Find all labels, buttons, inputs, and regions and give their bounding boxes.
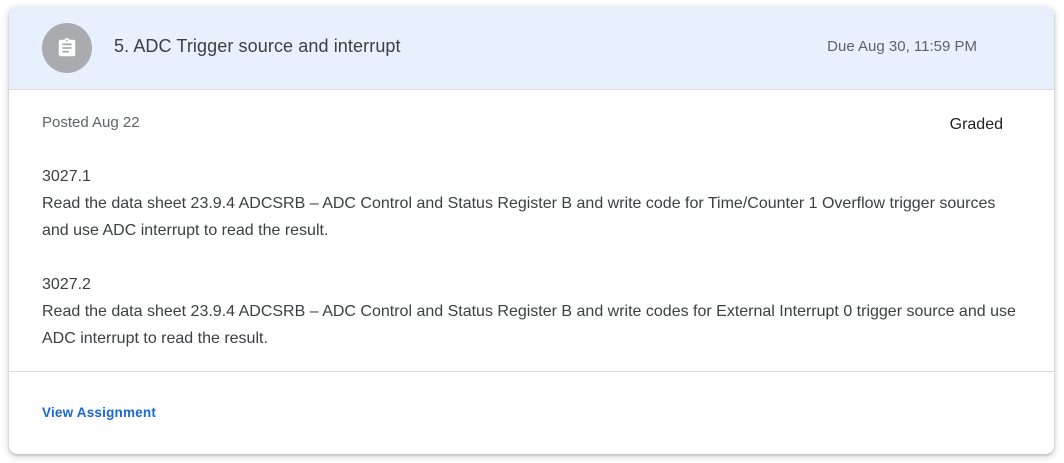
assignment-header[interactable]: 5. ADC Trigger source and interrupt Due … [9,7,1054,90]
description-item-id: 3027.1 [42,168,91,185]
view-assignment-link[interactable]: View Assignment [42,405,156,420]
clipboard-icon [58,37,76,57]
description-item-text: Read the data sheet 23.9.4 ADCSRB – ADC … [42,303,1016,347]
due-date: Due Aug 30, 11:59 PM [827,38,977,55]
assignment-card: 5. ADC Trigger source and interrupt Due … [9,7,1054,454]
assignment-description: 3027.1 Read the data sheet 23.9.4 ADCSRB… [42,163,1017,352]
status-badge: Graded [949,116,1003,133]
card-divider [9,371,1054,372]
description-item-id: 3027.2 [42,276,91,293]
description-item-text: Read the data sheet 23.9.4 ADCSRB – ADC … [42,195,996,239]
posted-date: Posted Aug 22 [42,114,140,131]
assignment-title: 5. ADC Trigger source and interrupt [114,36,401,56]
description-item: 3027.2 Read the data sheet 23.9.4 ADCSRB… [42,271,1017,352]
assignment-icon [42,23,92,73]
description-item: 3027.1 Read the data sheet 23.9.4 ADCSRB… [42,163,1017,244]
